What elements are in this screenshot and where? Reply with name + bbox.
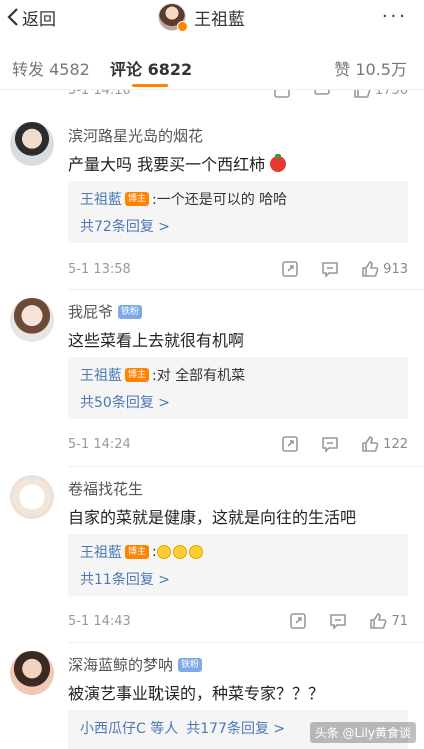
smile-emoji-icon <box>156 545 171 559</box>
fan-badge: 铁粉 <box>178 657 203 672</box>
reply-count-link[interactable]: 共11条回复 > <box>80 569 170 589</box>
thumbs-up-icon <box>370 613 387 629</box>
like-count: 122 <box>383 436 408 452</box>
reply-count-link[interactable]: 共72条回复 > <box>80 216 170 236</box>
share-icon[interactable] <box>281 260 299 278</box>
comment-text: 这些菜看上去就很有机啊 <box>68 331 245 350</box>
more-icon[interactable]: ··· <box>382 6 408 27</box>
avatar[interactable] <box>10 651 54 695</box>
comment-meta-row: 5-1 14:10 1756 <box>0 90 424 102</box>
avatar[interactable] <box>158 3 188 32</box>
tab-count: 10.5万 <box>355 60 407 79</box>
tomato-emoji-icon <box>270 154 287 172</box>
comment-item: 卷福找花生 自家的菜就是健康，这就是向往的生活吧 王祖藍 博主 : 共11条回复… <box>0 475 424 645</box>
comment-username[interactable]: 卷福找花生 <box>68 478 143 499</box>
comment-time: 5-1 13:58 <box>68 262 131 277</box>
like-button[interactable]: 1756 <box>353 90 408 99</box>
tab-bar: 转发 4582 评论 6822 赞 10.5万 <box>0 44 424 90</box>
comment-icon[interactable] <box>329 612 347 630</box>
comment-item: 我屁爷 铁粉 这些菜看上去就很有机啊 王祖藍 博主 :对 全部有机菜 共50条回… <box>0 298 424 468</box>
like-button[interactable]: 913 <box>361 260 408 278</box>
avatar[interactable] <box>10 298 54 342</box>
reply-line: 王祖藍 博主 :对 全部有机菜 <box>80 365 245 385</box>
tab-label: 评论 <box>110 60 143 79</box>
reply-count-link[interactable]: 共50条回复 > <box>80 392 170 412</box>
comment-username[interactable]: 深海蓝鲸的梦呐 铁粉 <box>68 654 203 675</box>
reply-line: 小西瓜仔C 等人 共177条回复 > <box>80 718 285 738</box>
reply-line: 王祖藍 博主 : <box>80 542 205 562</box>
top-nav-bar: 返回 王祖藍 ··· <box>0 0 424 36</box>
post-author[interactable]: 王祖藍 <box>158 3 245 32</box>
username-text: 深海蓝鲸的梦呐 <box>68 656 174 674</box>
reply-line: 王祖藍 博主 :一个还是可以的 哈哈 <box>80 189 287 209</box>
tab-label: 转发 <box>12 60 45 79</box>
username-text: 卷福找花生 <box>68 480 144 498</box>
reply-preview[interactable]: 王祖藍 博主 : 共11条回复 > <box>68 534 408 596</box>
chevron-left-icon <box>7 8 18 26</box>
comment-username[interactable]: 我屁爷 铁粉 <box>68 301 143 322</box>
tab-repost[interactable]: 转发 4582 <box>12 56 90 80</box>
comment-item: 滨河路星光岛的烟花 产量大吗 我要买一个西红柿 王祖藍 博主 :一个还是可以的 … <box>0 122 424 292</box>
back-button[interactable]: 返回 <box>6 4 56 30</box>
back-label: 返回 <box>22 9 56 30</box>
like-button[interactable]: 122 <box>361 435 408 453</box>
like-count: 1756 <box>374 90 408 98</box>
comment-actions: 913 <box>281 260 408 278</box>
divider <box>68 289 424 290</box>
comment-actions: 71 <box>289 612 408 630</box>
host-badge: 博主 <box>125 545 150 559</box>
comment-time: 5-1 14:24 <box>68 437 131 452</box>
verified-icon <box>177 21 188 32</box>
share-icon[interactable] <box>289 612 307 630</box>
fan-badge: 铁粉 <box>118 304 143 319</box>
reply-author[interactable]: 王祖藍 <box>80 542 122 562</box>
avatar[interactable] <box>10 475 54 519</box>
host-badge: 博主 <box>125 368 150 382</box>
tab-like[interactable]: 赞 10.5万 <box>334 56 407 80</box>
like-button[interactable]: 71 <box>369 612 408 630</box>
like-count: 71 <box>391 613 408 629</box>
share-icon[interactable] <box>281 435 299 453</box>
active-tab-indicator <box>132 84 168 87</box>
reply-author[interactable]: 王祖藍 <box>80 365 122 385</box>
comment-actions: 122 <box>281 435 408 453</box>
tab-count: 6822 <box>147 60 193 79</box>
smile-emoji-icon <box>188 545 203 559</box>
comment-username[interactable]: 滨河路星光岛的烟花 <box>68 125 203 146</box>
username-text: 滨河路星光岛的烟花 <box>68 127 204 145</box>
thumbs-up-icon <box>362 436 379 452</box>
reply-author[interactable]: 王祖藍 <box>80 189 122 209</box>
watermark: 头条 @Lily黄食谈 <box>309 722 416 743</box>
share-icon[interactable] <box>273 90 291 99</box>
comment-text: 自家的菜就是健康，这就是向往的生活吧 <box>68 508 357 527</box>
comment-time: 5-1 14:43 <box>68 614 131 629</box>
reply-text: :对 全部有机菜 <box>152 368 246 384</box>
tab-count: 4582 <box>49 60 90 79</box>
comment-icon[interactable] <box>321 260 339 278</box>
comment-icon[interactable] <box>313 90 331 99</box>
comment-text: 被演艺事业耽误的，种菜专家？？？ <box>68 684 325 703</box>
divider <box>68 642 424 643</box>
thumbs-up-icon <box>362 261 379 277</box>
comment-icon[interactable] <box>321 435 339 453</box>
thumbs-up-icon <box>354 90 371 98</box>
tab-label: 赞 <box>334 60 351 79</box>
comment-text: 产量大吗 我要买一个西红柿 <box>68 151 287 175</box>
reply-count-link[interactable]: 共177条回复 > <box>186 718 285 738</box>
username-text: 我屁爷 <box>68 303 114 321</box>
reply-preview[interactable]: 王祖藍 博主 :一个还是可以的 哈哈 共72条回复 > <box>68 181 408 243</box>
divider <box>68 466 424 467</box>
like-count: 913 <box>383 261 408 277</box>
page-title: 王祖藍 <box>194 9 245 30</box>
host-badge: 博主 <box>125 192 150 206</box>
avatar[interactable] <box>10 122 54 166</box>
comment-body: 产量大吗 我要买一个西红柿 <box>68 155 266 174</box>
reply-preview[interactable]: 王祖藍 博主 :对 全部有机菜 共50条回复 > <box>68 357 408 419</box>
smile-emoji-icon <box>172 545 187 559</box>
reply-author[interactable]: 小西瓜仔C 等人 <box>80 718 178 738</box>
reply-text: :一个还是可以的 哈哈 <box>152 192 288 208</box>
comment-time: 5-1 14:10 <box>68 90 131 98</box>
